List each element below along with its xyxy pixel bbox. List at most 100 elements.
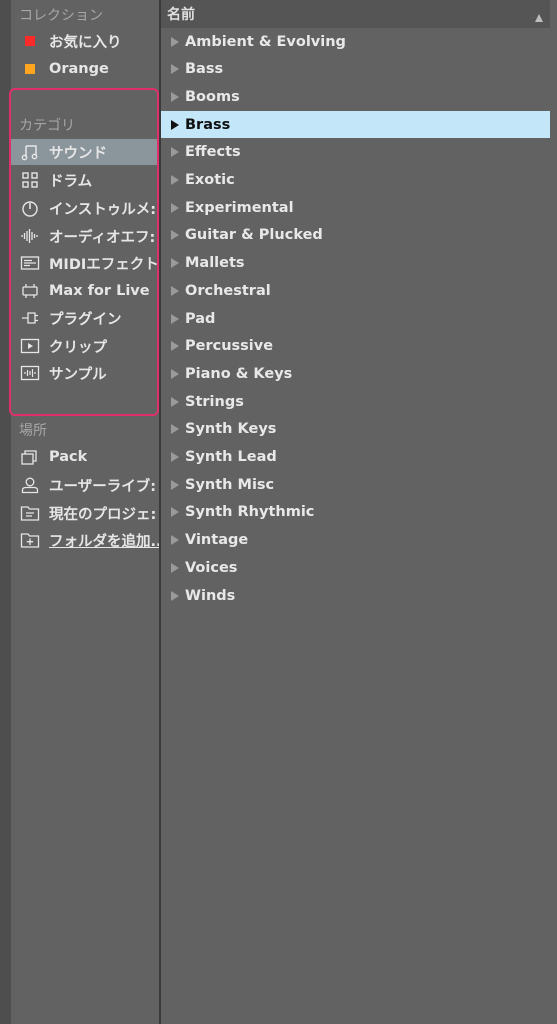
add-folder-label: フォルダを追加.. bbox=[49, 533, 159, 550]
sample-icon bbox=[19, 362, 41, 384]
name-column-header-label: 名前 bbox=[167, 7, 195, 23]
category-label: サンプル bbox=[49, 366, 107, 383]
place-label: ユーザーライブ: bbox=[49, 478, 157, 495]
expand-triangle-icon[interactable] bbox=[171, 36, 181, 47]
collection-label: Orange bbox=[49, 61, 109, 77]
user-icon bbox=[19, 474, 41, 496]
expand-triangle-icon[interactable] bbox=[171, 424, 181, 435]
expand-triangle-icon[interactable] bbox=[171, 119, 181, 130]
category-label: MIDIエフェクト bbox=[49, 256, 159, 273]
list-item[interactable]: Piano & Keys bbox=[161, 360, 550, 387]
waveform-icon bbox=[19, 225, 41, 247]
list-item-label: Booms bbox=[185, 88, 240, 105]
list-item-label: Guitar & Plucked bbox=[185, 227, 323, 244]
list-item[interactable]: Synth Misc bbox=[161, 471, 550, 498]
list-item[interactable]: Synth Lead bbox=[161, 444, 550, 471]
categories-title: カテゴリ bbox=[19, 118, 75, 134]
expand-triangle-icon[interactable] bbox=[171, 507, 181, 518]
list-item[interactable]: Vintage bbox=[161, 527, 550, 554]
expand-triangle-icon[interactable] bbox=[171, 175, 181, 185]
name-column-header[interactable]: 名前 bbox=[161, 0, 550, 28]
plug-icon bbox=[19, 307, 41, 329]
list-item-label: Piano & Keys bbox=[185, 365, 293, 382]
category-item-sounds[interactable]: サウンド bbox=[11, 139, 159, 165]
category-label: オーディオエフ: bbox=[49, 229, 156, 246]
sidebar: コレクション お気に入り Orange カテゴリ サウンド ドラム インストゥル… bbox=[11, 0, 159, 1024]
place-item-current-project[interactable]: 現在のプロジェ: bbox=[11, 500, 159, 526]
expand-triangle-icon[interactable] bbox=[171, 396, 181, 407]
category-label: クリップ bbox=[49, 339, 107, 356]
list-item-label: Voices bbox=[185, 559, 238, 576]
sort-ascending-icon[interactable] bbox=[534, 8, 544, 27]
expand-triangle-icon[interactable] bbox=[171, 285, 181, 296]
list-item-label: Mallets bbox=[185, 255, 245, 272]
collections-title: コレクション bbox=[19, 8, 103, 24]
note-icon bbox=[19, 141, 41, 163]
collection-item-orange[interactable]: Orange bbox=[11, 56, 159, 82]
expand-triangle-icon[interactable] bbox=[171, 368, 181, 379]
expand-triangle-icon[interactable] bbox=[171, 535, 181, 546]
add-folder-icon bbox=[19, 529, 41, 551]
list-item[interactable]: Mallets bbox=[161, 250, 550, 277]
list-item[interactable]: Booms bbox=[161, 83, 550, 110]
list-item[interactable]: Guitar & Plucked bbox=[161, 222, 550, 249]
expand-triangle-icon[interactable] bbox=[171, 313, 181, 324]
list-item[interactable]: Synth Rhythmic bbox=[161, 499, 550, 526]
places-title: 場所 bbox=[19, 423, 47, 439]
place-label: 現在のプロジェ: bbox=[49, 506, 157, 523]
list-item-label: Winds bbox=[185, 587, 236, 604]
category-label: サウンド bbox=[49, 145, 107, 162]
category-item-plugins[interactable]: プラグイン bbox=[11, 305, 159, 331]
list-item-label: Synth Keys bbox=[185, 421, 277, 438]
expand-triangle-icon[interactable] bbox=[171, 147, 181, 158]
list-item[interactable]: Experimental bbox=[161, 194, 550, 221]
color-swatch-icon bbox=[19, 30, 41, 52]
expand-triangle-icon[interactable] bbox=[171, 562, 181, 573]
list-item-label: Vintage bbox=[185, 532, 249, 549]
browser-window: コレクション お気に入り Orange カテゴリ サウンド ドラム インストゥル… bbox=[0, 0, 557, 1024]
list-item-label: Orchestral bbox=[185, 282, 271, 299]
expand-triangle-icon[interactable] bbox=[171, 341, 181, 352]
content-list-pane: 名前 Ambient & Evolving Bass Booms Brass Effec… bbox=[161, 0, 557, 1024]
list-item[interactable]: Bass bbox=[161, 56, 550, 83]
expand-triangle-icon[interactable] bbox=[171, 258, 181, 269]
category-item-clips[interactable]: クリップ bbox=[11, 333, 159, 359]
expand-triangle-icon[interactable] bbox=[171, 479, 181, 490]
list-item[interactable]: Synth Keys bbox=[161, 416, 550, 443]
list-item[interactable]: Ambient & Evolving bbox=[161, 28, 550, 55]
list-item[interactable]: Strings bbox=[161, 388, 550, 415]
list-item[interactable]: Voices bbox=[161, 554, 550, 581]
list-item-label: Bass bbox=[185, 61, 224, 78]
expand-triangle-icon[interactable] bbox=[171, 91, 181, 102]
list-item[interactable]: Percussive bbox=[161, 333, 550, 360]
category-item-drums[interactable]: ドラム bbox=[11, 167, 159, 193]
category-item-midi-effects[interactable]: MIDIエフェクト bbox=[11, 250, 159, 276]
list-item-label: Synth Lead bbox=[185, 449, 277, 465]
list-item[interactable]: Brass bbox=[161, 111, 550, 139]
add-folder-button[interactable]: フォルダを追加.. bbox=[11, 527, 159, 553]
category-item-instruments[interactable]: インストゥルメ: bbox=[11, 195, 159, 221]
category-item-samples[interactable]: サンプル bbox=[11, 360, 159, 386]
expand-triangle-icon[interactable] bbox=[171, 230, 181, 241]
list-item-label: Strings bbox=[185, 393, 244, 410]
list-item[interactable]: Orchestral bbox=[161, 277, 550, 304]
list-item-label: Pad bbox=[185, 310, 216, 327]
expand-triangle-icon[interactable] bbox=[171, 64, 181, 75]
list-item[interactable]: Exotic bbox=[161, 167, 550, 194]
list-item-label: Percussive bbox=[185, 338, 274, 355]
place-item-pack[interactable]: Pack bbox=[11, 444, 159, 470]
list-item[interactable]: Winds bbox=[161, 582, 550, 609]
category-item-audio-effects[interactable]: オーディオエフ: bbox=[11, 223, 159, 249]
category-label: ドラム bbox=[49, 173, 93, 190]
category-item-max-for-live[interactable]: Max for Live bbox=[11, 278, 159, 304]
clip-icon bbox=[19, 335, 41, 357]
place-label: Pack bbox=[49, 449, 88, 465]
expand-triangle-icon[interactable] bbox=[171, 590, 181, 601]
collection-label: お気に入り bbox=[49, 34, 122, 51]
expand-triangle-icon[interactable] bbox=[171, 452, 181, 462]
place-item-user-library[interactable]: ユーザーライブ: bbox=[11, 472, 159, 498]
list-item[interactable]: Effects bbox=[161, 139, 550, 166]
list-item[interactable]: Pad bbox=[161, 305, 550, 332]
expand-triangle-icon[interactable] bbox=[171, 202, 181, 213]
collection-item-favorites[interactable]: お気に入り bbox=[11, 28, 159, 54]
